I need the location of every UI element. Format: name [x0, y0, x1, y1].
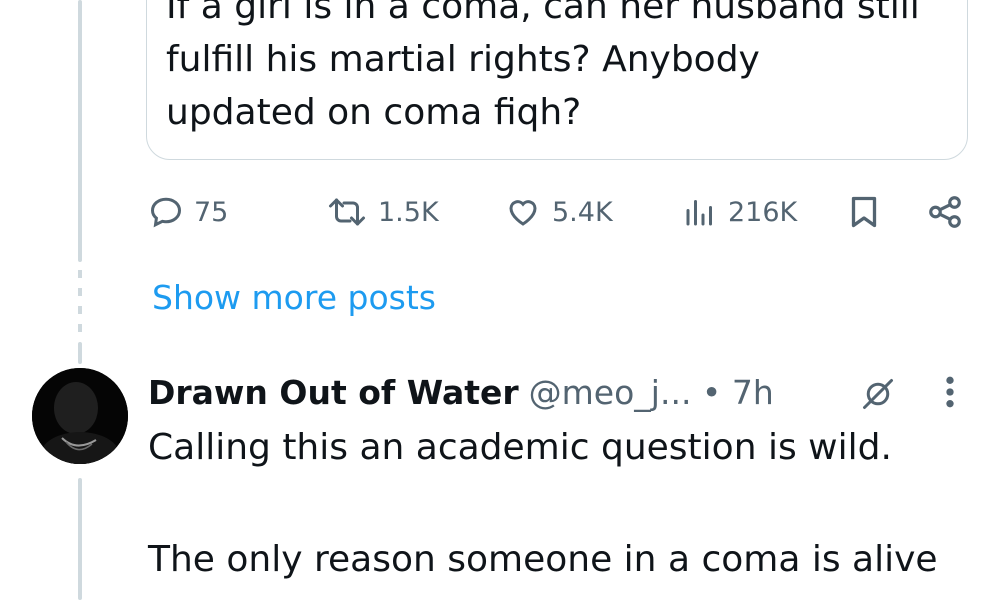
- reply-text: Calling this an academic question is wil…: [148, 420, 988, 588]
- reply-icon: [148, 194, 184, 230]
- reply-paragraph: The only reason someone in a coma is ali…: [148, 539, 938, 580]
- thread-line-bottom: [78, 342, 82, 364]
- thread-line-reply: [78, 478, 82, 600]
- like-button[interactable]: 5.4K: [504, 190, 613, 234]
- views-count: 216K: [728, 196, 798, 228]
- post-action-bar: 75 1.5K 5.4K 216K: [146, 190, 968, 234]
- show-more-posts-link[interactable]: Show more posts: [152, 278, 436, 317]
- thread-line-top: [78, 0, 82, 262]
- reply-handle-time[interactable]: @meo_j... • 7h: [529, 373, 774, 412]
- more-options-icon[interactable]: [936, 372, 964, 416]
- share-icon: [926, 193, 964, 231]
- quoted-post-text: If a girl is in a coma, can her husband …: [166, 0, 920, 133]
- like-count: 5.4K: [552, 196, 613, 228]
- reply-count: 75: [194, 196, 229, 228]
- reply-header: Drawn Out of Water @meo_j... • 7h: [148, 368, 774, 416]
- repost-icon: [326, 194, 368, 230]
- reply-button[interactable]: 75: [148, 190, 228, 234]
- bookmark-icon: [846, 193, 882, 231]
- share-button[interactable]: [926, 190, 964, 234]
- heart-icon: [504, 194, 542, 230]
- thread-gap-dots: [78, 270, 82, 332]
- avatar[interactable]: [32, 368, 128, 464]
- grok-icon[interactable]: [858, 376, 898, 416]
- bookmark-button[interactable]: [846, 190, 882, 234]
- repost-count: 1.5K: [378, 196, 439, 228]
- reply-paragraph: Calling this an academic question is wil…: [148, 427, 892, 468]
- reply-display-name[interactable]: Drawn Out of Water: [148, 373, 519, 412]
- repost-button[interactable]: 1.5K: [326, 190, 439, 234]
- views-button[interactable]: 216K: [682, 190, 797, 234]
- views-icon: [682, 194, 718, 230]
